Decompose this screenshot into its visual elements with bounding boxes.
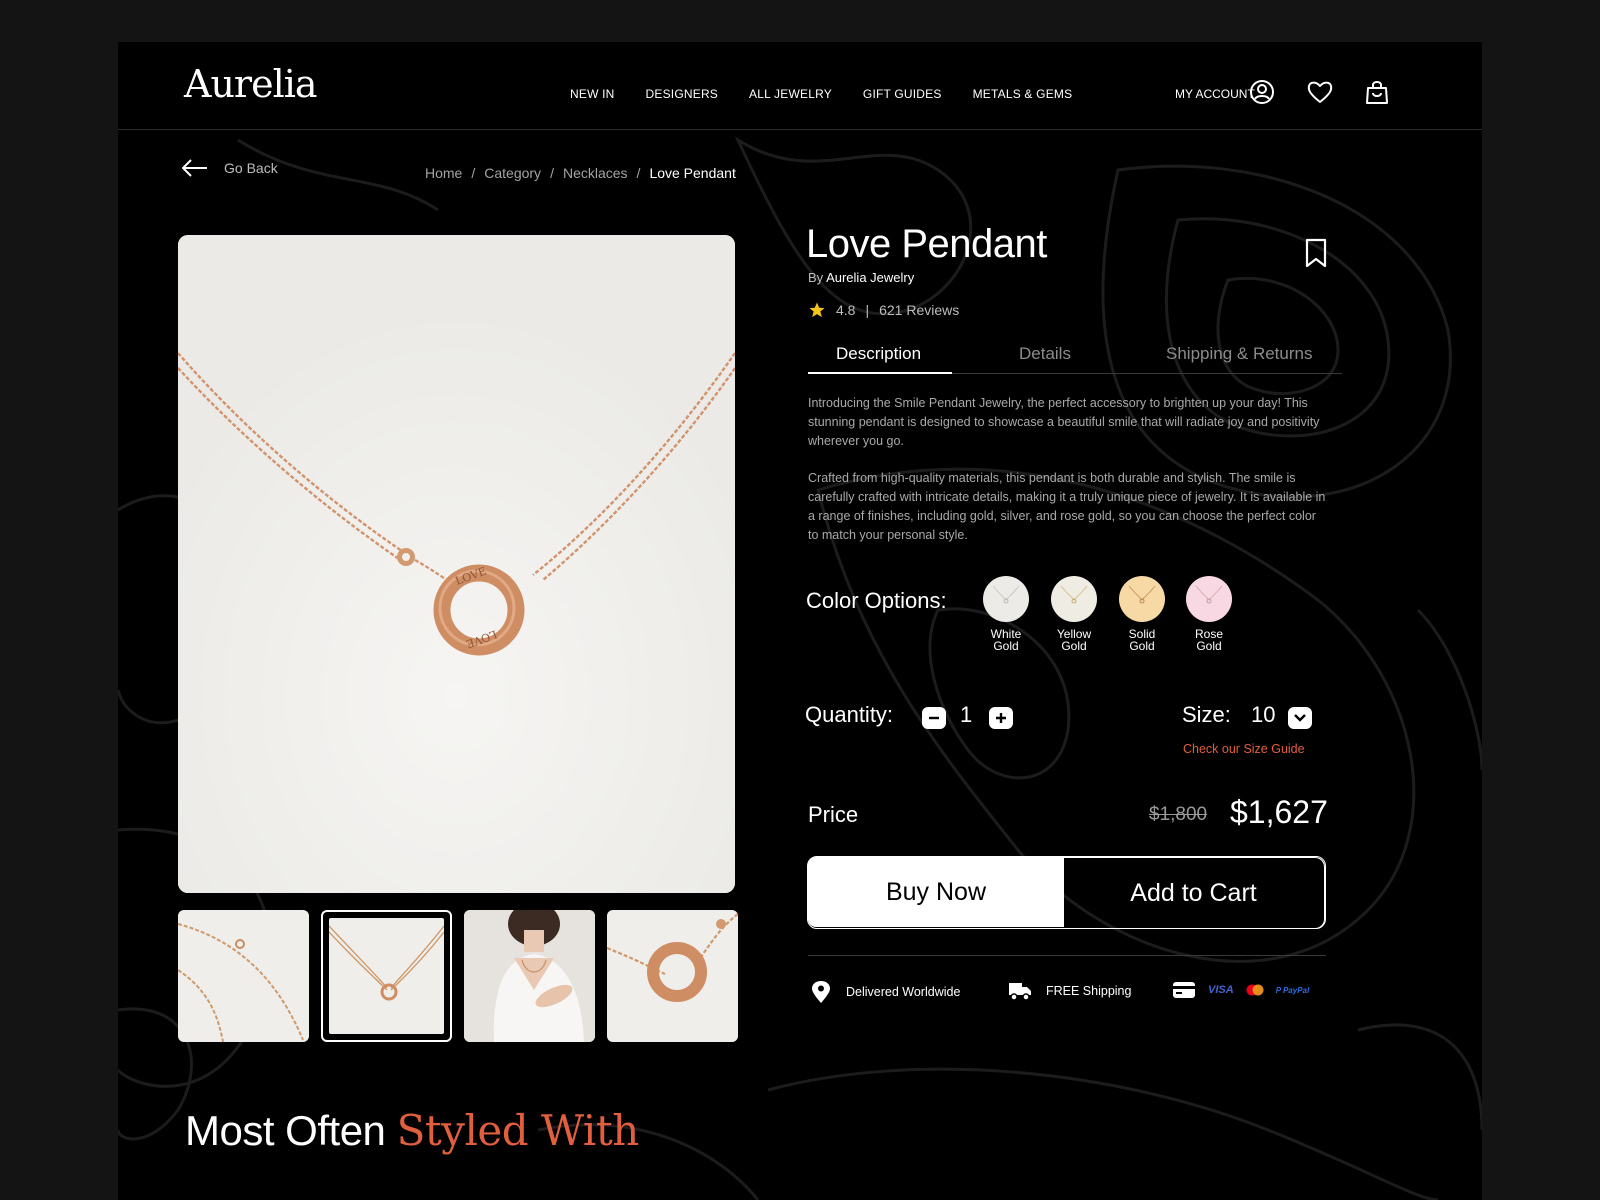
rose-gold-dot (1186, 576, 1232, 622)
shipping-text: FREE Shipping (1046, 984, 1132, 998)
tab-details[interactable]: Details (1019, 344, 1071, 364)
active-tab-indicator (808, 372, 952, 374)
breadcrumb-separator: / (471, 165, 476, 181)
plus-icon (996, 713, 1006, 723)
delivery-truck-icon (1009, 983, 1031, 1001)
necklace-illustration: LOVE LOVE (178, 235, 735, 893)
color-swatch-rose-gold[interactable]: Rose Gold (1186, 576, 1232, 652)
swatch-label: Gold (993, 639, 1019, 653)
mastercard-logo-icon (1246, 984, 1264, 996)
description-paragraph-1: Introducing the Smile Pendant Jewelry, t… (808, 396, 1320, 448)
star-icon (809, 302, 825, 318)
go-back-label: Go Back (224, 160, 278, 176)
styled-with-heading: Most Often Styled With (185, 1106, 639, 1155)
user-icon[interactable] (1248, 78, 1276, 106)
bookmark-icon[interactable] (1302, 237, 1330, 269)
heading-main: Most Often (185, 1107, 386, 1154)
necklace-thumb-image (329, 925, 444, 1001)
white-gold-dot (983, 576, 1029, 622)
location-pin-icon (812, 981, 830, 1003)
color-swatch-yellow-gold[interactable]: Yellow Gold (1051, 576, 1097, 652)
tab-shipping-returns[interactable]: Shipping & Returns (1166, 344, 1312, 364)
color-swatch-solid-gold[interactable]: Solid Gold (1119, 576, 1165, 652)
color-options-label: Color Options: (806, 588, 947, 613)
brand-link[interactable]: Aurelia Jewelry (826, 270, 914, 285)
pendant-closeup-image (607, 913, 738, 1002)
thumbnail-3[interactable] (464, 910, 595, 1042)
chevron-down-icon (1294, 714, 1306, 722)
breadcrumb-separator: / (636, 165, 641, 181)
perk-delivery: Delivered Worldwide (810, 980, 960, 1004)
tab-description[interactable]: Description (836, 344, 921, 364)
brand-logo[interactable]: Aurelia (184, 62, 318, 106)
size-label: Size: (1182, 702, 1231, 727)
add-to-cart-button[interactable]: Add to Cart (1063, 857, 1325, 929)
size-value[interactable]: 10 (1251, 702, 1275, 728)
chain-detail-image (178, 923, 304, 1042)
model-wearing-image (464, 910, 595, 1042)
thumbnail-strip (178, 910, 738, 1042)
heart-icon[interactable] (1306, 78, 1334, 106)
swatch-label: Gold (1061, 639, 1087, 653)
breadcrumb-necklaces[interactable]: Necklaces (563, 165, 628, 181)
product-main-image[interactable]: LOVE LOVE (178, 235, 735, 893)
payment-methods: VISA P PayPal (1172, 980, 1309, 1000)
perk-shipping: FREE Shipping (1008, 980, 1131, 1002)
breadcrumb-home[interactable]: Home (425, 165, 462, 181)
color-swatch-white-gold[interactable]: White Gold (983, 576, 1029, 652)
thumbnail-4[interactable] (607, 910, 738, 1042)
sale-price: $1,627 (1230, 794, 1328, 830)
size-dropdown-button[interactable] (1288, 707, 1312, 729)
nav-designers[interactable]: DESIGNERS (646, 87, 718, 101)
rating-divider: | (865, 302, 870, 318)
divider (808, 955, 1326, 956)
visa-logo: VISA (1208, 984, 1234, 996)
product-description: Introducing the Smile Pendant Jewelry, t… (808, 394, 1328, 545)
top-nav-bar: Aurelia NEW IN DESIGNERS ALL JEWELRY GIF… (118, 42, 1482, 130)
size-guide-link[interactable]: Check our Size Guide (1183, 742, 1305, 756)
paypal-text: PayPal (1282, 985, 1310, 995)
nav-new-in[interactable]: NEW IN (570, 87, 615, 101)
breadcrumb-separator: / (550, 165, 554, 181)
product-tabs: Description Details Shipping & Returns (808, 332, 1342, 374)
rating-value: 4.8 (836, 302, 856, 318)
credit-card-icon (1173, 982, 1195, 998)
rating-row: 4.8 | 621 Reviews (808, 301, 959, 319)
shopping-bag-icon[interactable] (1363, 78, 1391, 106)
swatch-label: Gold (1129, 639, 1155, 653)
thumbnail-2[interactable] (321, 910, 452, 1042)
minus-icon (929, 716, 939, 720)
quantity-label: Quantity: (805, 702, 894, 727)
paypal-logo: P PayPal (1275, 985, 1310, 995)
heading-accent: Styled With (396, 1106, 640, 1155)
reviews-link[interactable]: 621 Reviews (879, 302, 959, 318)
go-back-button[interactable]: Go Back (182, 159, 278, 177)
product-title: Love Pendant (806, 222, 1047, 266)
nav-all-jewelry[interactable]: ALL JEWELRY (749, 87, 832, 101)
product-brand-line: By Aurelia Jewelry (808, 270, 914, 285)
buy-now-button[interactable]: Buy Now (808, 857, 1064, 927)
main-nav: NEW IN DESIGNERS ALL JEWELRY GIFT GUIDES… (570, 87, 1072, 101)
description-paragraph-2: Crafted from high-quality materials, thi… (808, 471, 1326, 542)
nav-metals-gems[interactable]: METALS & GEMS (973, 87, 1073, 101)
solid-gold-dot (1119, 576, 1165, 622)
breadcrumb-current: Love Pendant (649, 165, 736, 181)
original-price: $1,800 (1149, 804, 1208, 825)
arrow-left-icon (182, 159, 207, 177)
price-label: Price (808, 802, 859, 827)
my-account-link[interactable]: MY ACCOUNT (1175, 87, 1255, 101)
quantity-decrease-button[interactable] (922, 707, 946, 729)
nav-gift-guides[interactable]: GIFT GUIDES (863, 87, 942, 101)
breadcrumb-category[interactable]: Category (484, 165, 541, 181)
thumbnail-1[interactable] (178, 910, 309, 1042)
page-frame: Aurelia NEW IN DESIGNERS ALL JEWELRY GIF… (118, 42, 1482, 1200)
quantity-value[interactable]: 1 (960, 702, 972, 728)
delivery-text: Delivered Worldwide (846, 985, 961, 999)
breadcrumb: Home / Category / Necklaces / Love Penda… (425, 165, 736, 181)
swatch-label: Gold (1196, 639, 1222, 653)
quantity-increase-button[interactable] (989, 707, 1013, 729)
by-prefix: By (808, 270, 824, 285)
yellow-gold-dot (1051, 576, 1097, 622)
